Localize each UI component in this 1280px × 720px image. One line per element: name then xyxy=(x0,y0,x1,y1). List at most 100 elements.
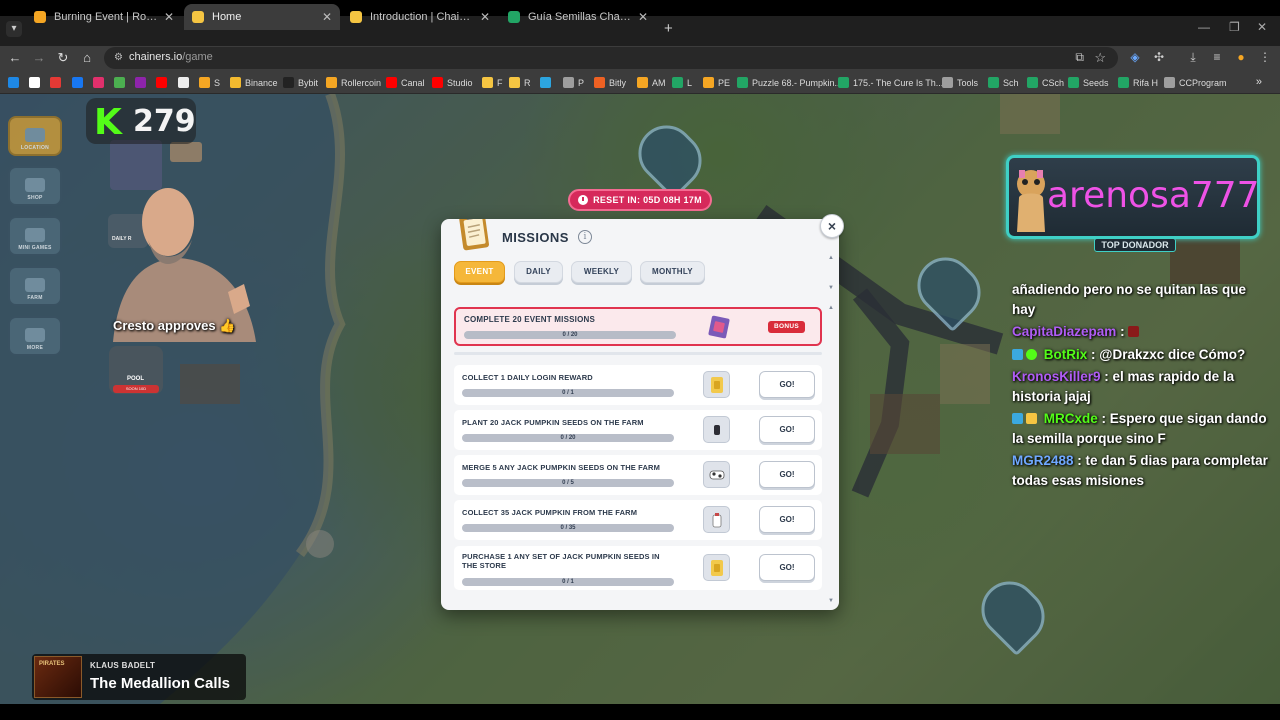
browser-tab[interactable]: Burning Event | RollerCoin ✕ xyxy=(26,4,182,30)
scroll-down-icon[interactable]: ▼ xyxy=(828,285,834,291)
browser-tab[interactable]: Guía Semillas Chainers by Piern ✕ xyxy=(500,4,656,30)
bookmark-item[interactable] xyxy=(114,76,129,89)
bookmark-item[interactable] xyxy=(540,76,555,89)
browser-tab[interactable]: Introduction | Chainers: GitBook ✕ xyxy=(342,4,498,30)
bookmark-item[interactable] xyxy=(135,76,150,89)
info-icon[interactable]: i xyxy=(578,230,592,244)
mail-icon[interactable] xyxy=(170,142,202,162)
seed-icon xyxy=(713,424,720,435)
bookmark-item[interactable]: Seeds xyxy=(1068,76,1109,89)
go-button[interactable]: GO! xyxy=(759,461,815,488)
close-window-icon[interactable]: ✕ xyxy=(1257,20,1267,34)
go-button[interactable]: GO! xyxy=(759,371,815,398)
bookmark-star-icon[interactable]: ☆ xyxy=(1094,50,1106,66)
chest-card-icon xyxy=(708,315,730,339)
bookmark-item[interactable]: Bybit xyxy=(283,76,318,89)
bookmark-item[interactable]: S xyxy=(199,76,220,89)
bookmark-favicon-icon xyxy=(988,77,999,88)
forward-icon[interactable]: → xyxy=(31,50,47,66)
maximize-icon[interactable]: ❐ xyxy=(1229,20,1240,34)
puzzle-extensions-icon[interactable]: ✣ xyxy=(1152,50,1166,64)
url-host: chainers.io xyxy=(129,51,183,63)
go-button[interactable]: GO! xyxy=(759,416,815,443)
bookmark-item[interactable]: CSch xyxy=(1027,76,1064,89)
bookmark-item[interactable]: L xyxy=(672,76,692,89)
reload-icon[interactable]: ↻ xyxy=(55,50,71,66)
side-menu-mini-games[interactable]: MINI GAMES xyxy=(8,216,62,256)
site-info-icon[interactable]: ⚙ xyxy=(114,52,125,63)
side-menu-shop[interactable]: SHOP xyxy=(8,166,62,206)
side-menu-farm[interactable]: FARM xyxy=(8,266,62,306)
reset-timer-text: RESET IN: 05D 08H 17M xyxy=(593,195,702,205)
side-menu-location[interactable]: LOCATION xyxy=(8,116,62,156)
bookmark-item[interactable]: Rollercoin xyxy=(326,76,381,89)
music-artist: KLAUS BADELT xyxy=(90,661,156,670)
tab-event[interactable]: EVENT xyxy=(454,261,505,283)
address-bar[interactable]: ⚙ chainers.io/game ⧉ ☆ xyxy=(104,47,1118,69)
bookmark-favicon-icon xyxy=(72,77,83,88)
bookmark-favicon-icon xyxy=(540,77,551,88)
list-scroll-down-icon[interactable]: ▼ xyxy=(828,598,834,604)
tab-monthly[interactable]: MONTHLY xyxy=(640,261,705,283)
install-app-icon[interactable]: ⧉ xyxy=(1075,50,1084,65)
back-icon[interactable]: ← xyxy=(7,50,23,66)
bookmark-item[interactable]: Tools xyxy=(942,76,978,89)
close-tab-icon[interactable]: ✕ xyxy=(638,10,648,24)
bookmark-label: CCProgram xyxy=(1179,77,1227,88)
bookmark-item[interactable]: Binance xyxy=(230,76,278,89)
tab-search-chevron-icon[interactable]: ▾ xyxy=(6,21,22,37)
list-scroll-up-icon[interactable]: ▲ xyxy=(828,305,834,311)
bookmark-item[interactable]: Rifa H xyxy=(1118,76,1158,89)
bookmark-item[interactable]: Sch xyxy=(988,76,1019,89)
bookmark-item[interactable]: F xyxy=(482,76,503,89)
mission-progress-bar: 0 / 35 xyxy=(462,524,674,532)
side-menu-more[interactable]: MORE xyxy=(8,316,62,356)
bookmark-item[interactable]: Puzzle 68.- Pumpkin... xyxy=(737,76,842,89)
bookmark-item[interactable] xyxy=(93,76,108,89)
mission-progress-text: 0 / 5 xyxy=(562,480,574,486)
menu-kebab-icon[interactable]: ⋮ xyxy=(1258,50,1272,64)
bookmark-item[interactable] xyxy=(72,76,87,89)
profile-avatar-icon[interactable]: ● xyxy=(1234,50,1248,64)
tab-daily[interactable]: DAILY xyxy=(514,261,563,283)
browser-tab-active[interactable]: Home ✕ xyxy=(184,4,340,30)
pool-button[interactable]: POOL SOON 10D xyxy=(109,346,163,394)
coin-card-icon xyxy=(710,376,723,393)
bookmark-item[interactable] xyxy=(178,76,193,89)
download-icon[interactable]: ⤓ xyxy=(1186,50,1200,64)
bookmark-item[interactable]: R xyxy=(509,76,531,89)
bookmark-item[interactable]: Canal xyxy=(386,76,425,89)
mission-title: COLLECT 1 DAILY LOGIN REWARD xyxy=(462,373,593,382)
home-icon[interactable]: ⌂ xyxy=(79,50,95,66)
minimize-icon[interactable]: — xyxy=(1198,20,1210,34)
bookmark-label: 175.- The Cure Is Th... xyxy=(853,77,944,88)
new-tab-icon[interactable]: + xyxy=(664,20,673,37)
bookmark-item[interactable] xyxy=(50,76,65,89)
go-button[interactable]: GO! xyxy=(759,554,815,581)
scroll-up-icon[interactable]: ▲ xyxy=(828,255,834,261)
media-icon[interactable]: ≡ xyxy=(1210,50,1224,64)
bookmark-item[interactable]: AM xyxy=(637,76,666,89)
go-button[interactable]: GO! xyxy=(759,506,815,533)
bookmark-favicon-icon xyxy=(156,77,167,88)
map-pin-icon xyxy=(25,128,45,142)
bookmark-label: Bybit xyxy=(298,77,319,88)
bookmark-item[interactable] xyxy=(29,76,44,89)
close-tab-icon[interactable]: ✕ xyxy=(322,10,332,24)
bookmark-item[interactable]: Bitly xyxy=(594,76,626,89)
bookmark-item[interactable]: CCProgram xyxy=(1164,76,1227,89)
bookmark-item[interactable]: PE xyxy=(703,76,730,89)
bookmark-item[interactable] xyxy=(8,76,23,89)
close-tab-icon[interactable]: ✕ xyxy=(480,10,490,24)
close-tab-icon[interactable]: ✕ xyxy=(164,10,174,24)
close-modal-button[interactable]: × xyxy=(820,214,844,238)
bookmark-item[interactable]: 175.- The Cure Is Th... xyxy=(838,76,943,89)
bookmark-item[interactable]: Studio xyxy=(432,76,473,89)
tab-weekly[interactable]: WEEKLY xyxy=(571,261,632,283)
bookmark-item[interactable] xyxy=(156,76,171,89)
reward-slot xyxy=(703,461,730,488)
bookmark-favicon-icon xyxy=(230,77,241,88)
bookmark-item[interactable]: P xyxy=(563,76,584,89)
bookmarks-overflow-icon[interactable]: » xyxy=(1256,76,1262,88)
extension-icon[interactable]: ◈ xyxy=(1128,50,1142,64)
